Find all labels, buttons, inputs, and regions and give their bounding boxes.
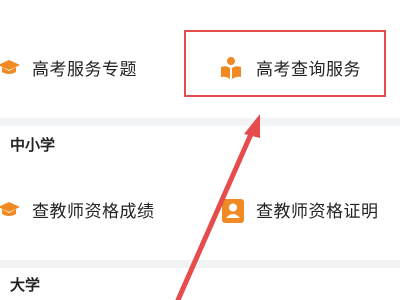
graduation-cap-icon (0, 60, 20, 74)
gaokao-services-row: 高考服务专题 高考查询服务 (0, 22, 400, 118)
section-divider (0, 118, 400, 126)
gaokao-service-topic-label: 高考服务专题 (32, 60, 137, 80)
gaokao-query-service-item[interactable]: 高考查询服务 (200, 22, 400, 118)
id-badge-icon (222, 199, 244, 223)
section-divider (0, 260, 400, 268)
section-header-primary-secondary: 中小学 (0, 126, 400, 164)
teacher-qualification-certificate-item[interactable]: 查教师资格证明 (200, 164, 400, 260)
teacher-services-row: 查教师资格成绩 查教师资格证明 (0, 164, 400, 260)
section-title-university: 大学 (10, 276, 41, 294)
teacher-qualification-score-item[interactable]: 查教师资格成绩 (0, 164, 200, 260)
teacher-qualification-score-label: 查教师资格成绩 (32, 202, 155, 222)
section-header-university: 大学 (0, 268, 400, 300)
teacher-qualification-certificate-label: 查教师资格证明 (256, 202, 379, 222)
section-title-primary-secondary: 中小学 (10, 136, 56, 154)
open-book-reader-icon (221, 57, 241, 79)
graduation-cap-icon (0, 202, 20, 216)
gaokao-service-topic-item[interactable]: 高考服务专题 (0, 22, 200, 118)
gaokao-query-service-label: 高考查询服务 (256, 60, 361, 80)
